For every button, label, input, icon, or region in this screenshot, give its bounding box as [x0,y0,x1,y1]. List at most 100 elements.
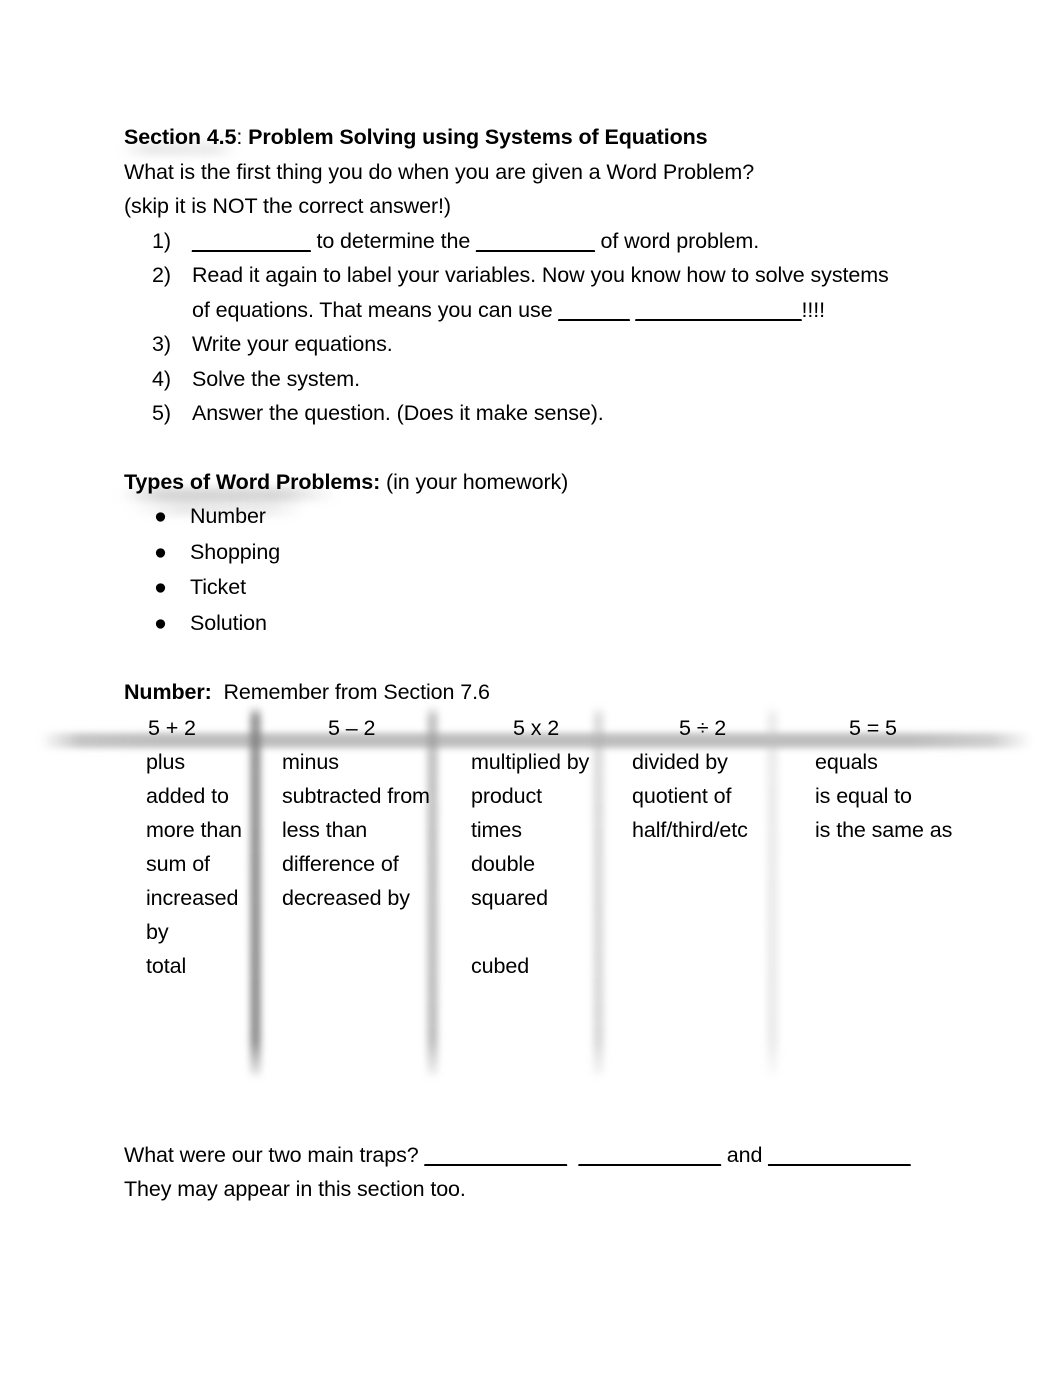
spacer-after-types [124,641,954,675]
types-item-label: Number [190,504,266,528]
step-marker-4: 4) [152,366,171,391]
table-cell-expression-addition: 5 + 2 [148,715,196,740]
step-2-line2-post: !!!! [801,297,825,322]
operation-words-table: 5 + 2 5 – 2 5 x 2 5 ÷ 2 5 = 5 plus minus… [124,712,954,983]
table-row: more than less than times half/third/etc… [124,813,954,847]
bullet-dot-icon: ● [154,610,167,635]
table-cell-word: is the same as [815,817,953,842]
step-1-tail-text: of word problem. [594,228,760,253]
step-item-5: 5) Answer the question. (Does it make sen… [124,396,954,431]
table-cell-word-empty [797,881,954,949]
table-cell-word-empty [623,847,797,881]
table-cell-expression-division: 5 ÷ 2 [679,715,727,740]
step-3-text: Write your equations. [192,332,393,356]
traps-gap [567,1143,579,1167]
traps-question-line: What were our two main traps? __________… [124,1138,954,1173]
step-item-3: 3) Write your equations. [124,327,954,362]
step-1-mid-text: to determine the [310,228,477,253]
page-title: Section 4.5: Problem Solving using Syste… [124,120,954,155]
step-2-line2-pre: of equations. That means you can use [192,297,559,322]
step-2-line1: Read it again to label your variables. N… [192,263,889,287]
bullet-dot-icon: ● [154,504,167,528]
table-cell-word: total [146,953,187,978]
types-list-item-number: ● Number [124,499,954,535]
section-label: Section 4.5 [124,125,237,149]
table-cell-word: is equal to [815,783,912,808]
types-item-label: Shopping [190,539,281,564]
table-cell-expression-equality: 5 = 5 [849,715,897,740]
traps-followup-text: They may appear in this section too. [124,1177,466,1201]
traps-question-text: What were our two main traps? [124,1142,425,1167]
bullet-dot-icon: ● [154,575,167,599]
number-heading-normal: Remember from Section 7.6 [211,680,490,704]
intro-question: What is the first thing you do when you … [124,159,755,184]
table-row: added to subtracted from product quotien… [124,779,954,813]
table-cell-word: multiplied by [471,749,590,774]
table-row: sum of difference of double [124,847,954,881]
table-cell-expression-subtraction: 5 – 2 [328,715,376,740]
table-cell-word: product [471,783,543,808]
step-marker-1: 1) [152,228,171,253]
types-list-item-solution: ● Solution [124,606,954,642]
traps-blank-c[interactable]: ____________ [768,1143,910,1167]
types-heading: Types of Word Problems: (in your homewor… [124,465,954,500]
step-2-blank-a[interactable]: ______ [558,298,629,322]
types-heading-bold: Types of Word Problems: [124,469,381,494]
step-item-2: 2) Read it again to label your variables.… [124,258,954,327]
step-marker-3: 3) [152,332,171,356]
document-page: Section 4.5: Problem Solving using Syste… [0,0,1062,1377]
table-cell-word: sum of [146,851,210,876]
types-item-label: Solution [190,610,267,635]
traps-blank-b[interactable]: ____________ [579,1143,721,1167]
table-row-expressions: 5 + 2 5 – 2 5 x 2 5 ÷ 2 5 = 5 [124,712,954,745]
spacer-after-table [124,983,954,1138]
table-cell-word: equals [815,749,878,774]
traps-blank-a[interactable]: ____________ [425,1143,567,1167]
step-item-4: 4) Solve the system. [124,362,954,397]
table-cell-word: plus [146,749,186,774]
table-cell-word: times [471,817,522,842]
step-marker-5: 5) [152,401,171,425]
table-cell-word-empty [623,881,797,949]
section-separator: : [236,125,249,149]
table-cell-word: squared [471,885,548,910]
table-cell-expression-multiplication: 5 x 2 [513,715,560,740]
table-cell-word-empty [264,949,457,983]
table-row: plus minus multiplied by divided by equa… [124,745,954,779]
table-cell-word: divided by [632,749,728,774]
table-cell-word: cubed [471,953,530,978]
table-cell-word: more than [146,817,242,842]
table-cell-word: decreased by [282,885,410,910]
step-1-blank-b[interactable]: __________ [476,229,595,253]
table-cell-word: difference of [282,851,399,876]
types-heading-normal: (in your homework) [380,469,569,494]
step-marker-2: 2) [152,263,171,287]
types-list: ● Number ● Shopping ● Ticket ● Solution [124,499,954,641]
table-cell-word: double [471,851,535,876]
traps-and-text: and [720,1142,769,1167]
table-cell-word-empty [623,949,797,983]
step-2-blank-b[interactable]: ______________ [635,298,801,322]
table-cell-word: less than [282,817,368,842]
table-cell-word: added to [146,783,229,808]
step-5-text: Answer the question. (Does it make sense… [192,401,604,425]
number-heading-bold: Number: [124,680,212,704]
table-cell-word: half/third/etc [632,817,748,842]
table-cell-word: increased by [146,885,239,944]
intro-note: (skip it is NOT the correct answer!) [124,194,451,218]
bullet-dot-icon: ● [154,539,167,564]
table-row: increased by decreased by squared [124,881,954,949]
table-cell-word-empty [797,847,954,881]
section-title: Problem Solving using Systems of Equatio… [248,125,708,149]
table-cell-word: quotient of [632,783,732,808]
step-item-1: 1) __________ to determine the __________… [124,224,954,259]
footer-block: What were our two main traps? __________… [124,1138,954,1207]
types-list-item-shopping: ● Shopping [124,535,954,571]
document-body: Section 4.5: Problem Solving using Syste… [124,120,954,1207]
types-item-label: Ticket [190,575,246,599]
step-4-text: Solve the system. [192,366,360,391]
table-cell-word: subtracted from [282,783,430,808]
spacer-after-steps [124,431,954,465]
table-cell-word: minus [282,749,339,774]
step-1-blank-a[interactable]: __________ [192,229,311,253]
